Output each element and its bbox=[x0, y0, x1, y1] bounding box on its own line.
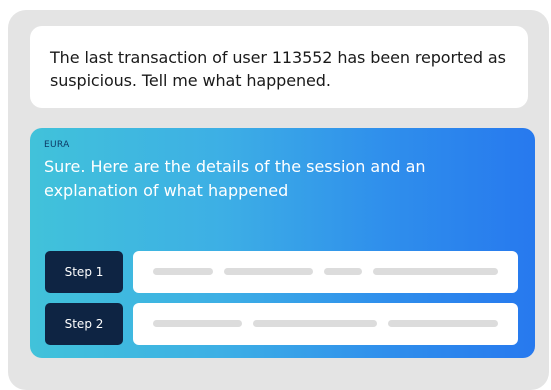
placeholder-line bbox=[373, 268, 498, 275]
assistant-name-label: EURA bbox=[44, 140, 70, 150]
assistant-message-card: EURA Sure. Here are the details of the s… bbox=[30, 128, 535, 358]
assistant-message-text: Sure. Here are the details of the sessio… bbox=[44, 157, 426, 200]
step-2-content-placeholder bbox=[133, 303, 518, 345]
user-message-text: The last transaction of user 113552 has … bbox=[50, 48, 506, 90]
step-row-2: Step 2 bbox=[45, 303, 520, 345]
placeholder-line bbox=[224, 268, 313, 275]
step-1-content-placeholder bbox=[133, 251, 518, 293]
placeholder-line bbox=[153, 268, 213, 275]
user-message-bubble: The last transaction of user 113552 has … bbox=[30, 26, 528, 108]
placeholder-line bbox=[324, 268, 362, 275]
placeholder-line bbox=[253, 320, 377, 327]
placeholder-line bbox=[388, 320, 498, 327]
step-1-button[interactable]: Step 1 bbox=[45, 251, 123, 293]
step-2-button[interactable]: Step 2 bbox=[45, 303, 123, 345]
chat-panel: The last transaction of user 113552 has … bbox=[8, 10, 549, 390]
step-row-1: Step 1 bbox=[45, 251, 520, 293]
placeholder-line bbox=[153, 320, 242, 327]
